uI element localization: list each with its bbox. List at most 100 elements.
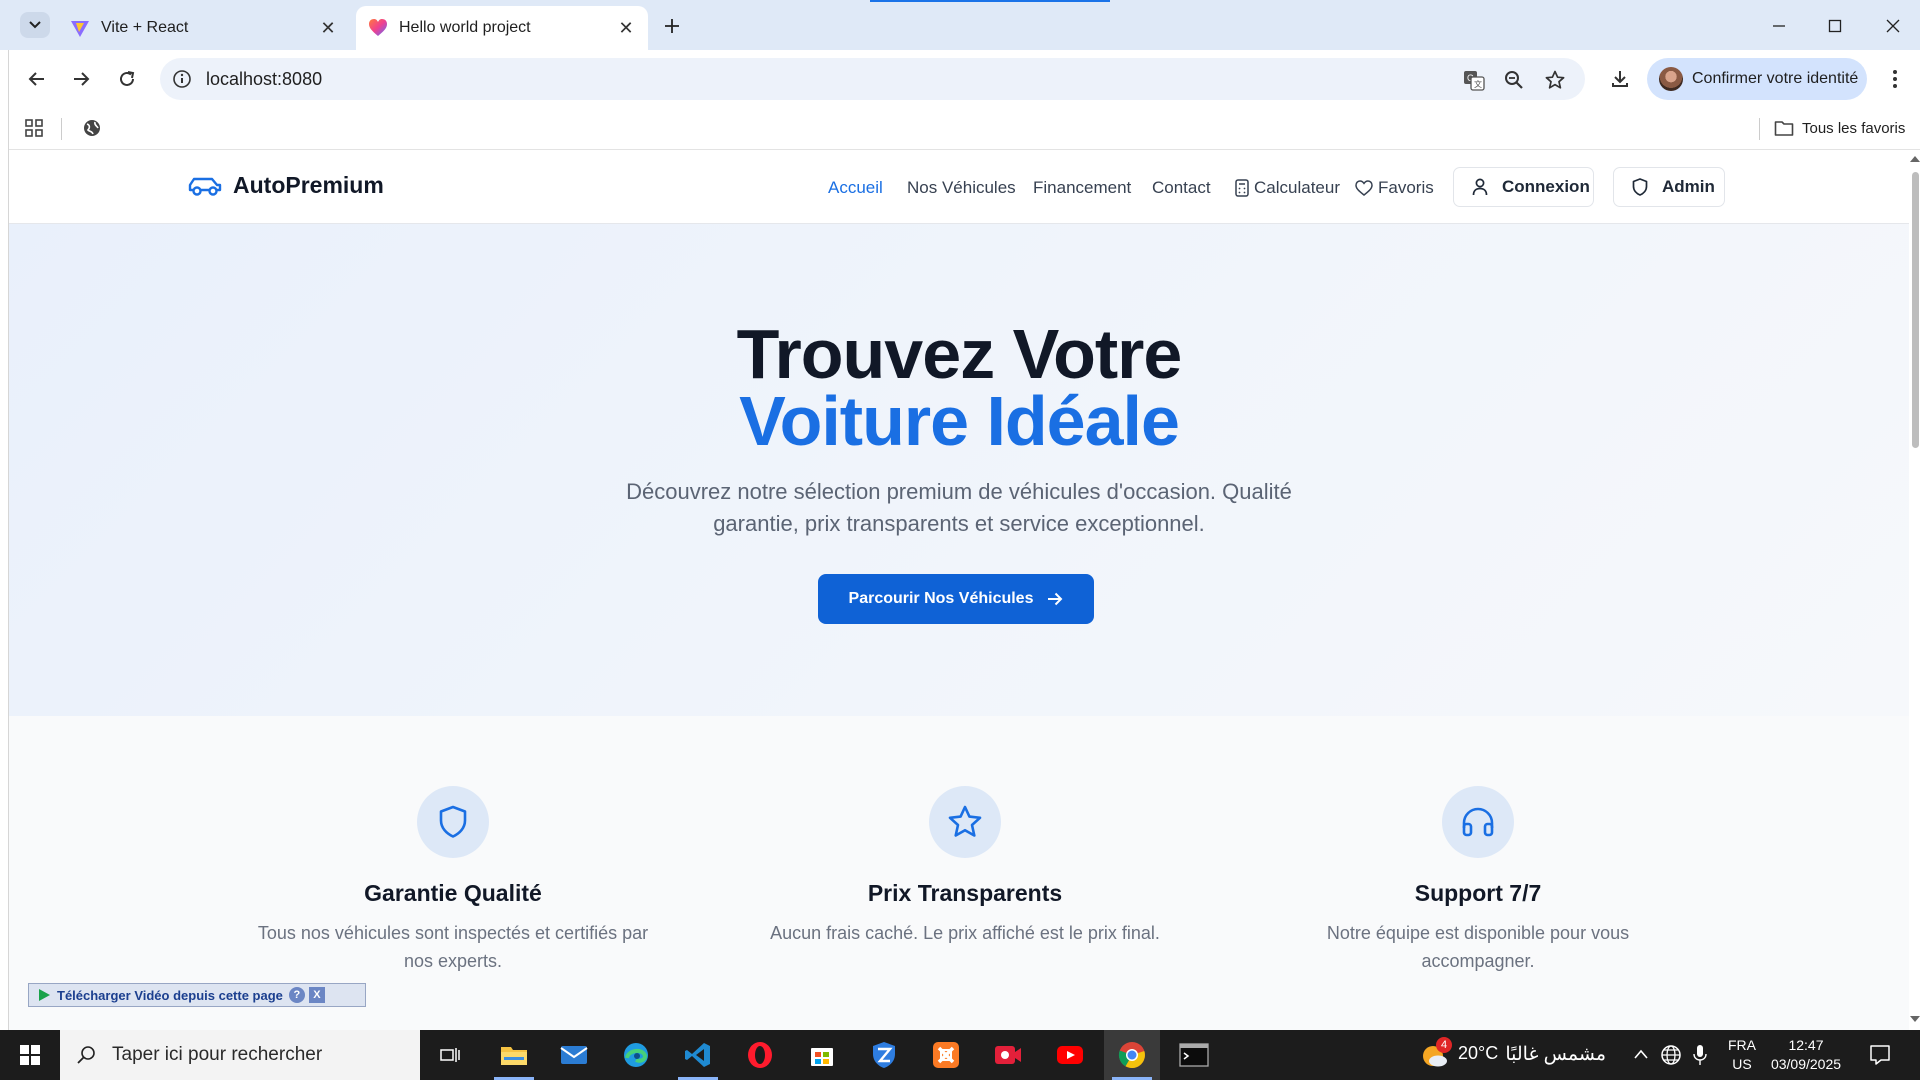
translate-icon[interactable]: G文: [1463, 69, 1485, 91]
globe-bookmark-icon[interactable]: [82, 118, 102, 138]
page-scrollbar[interactable]: [1910, 150, 1920, 1030]
minimize-button[interactable]: [1764, 12, 1794, 40]
start-button[interactable]: [0, 1030, 60, 1080]
nav-label: Financement: [1033, 178, 1132, 197]
apps-grid-icon[interactable]: [24, 118, 44, 138]
nav-calculateur[interactable]: Calculateur: [1235, 178, 1340, 198]
feature-desc: Notre équipe est disponible pour vous ac…: [1326, 923, 1630, 971]
windows-taskbar: Taper ici pour rechercher 4 20°C مشمس غا…: [0, 1030, 1920, 1080]
cta-label: Parcourir Nos Véhicules: [848, 590, 1034, 607]
avatar: [1659, 67, 1683, 91]
notifications-icon[interactable]: [1869, 1044, 1891, 1066]
security-app[interactable]: [856, 1030, 912, 1080]
tab-title: Hello world project: [399, 19, 531, 36]
nav-label: Accueil: [828, 178, 883, 197]
windows-logo-icon: [20, 1045, 40, 1065]
minimize-icon: [1773, 25, 1785, 27]
feature-title: Support 7/7: [1414, 880, 1542, 906]
store-app[interactable]: [794, 1030, 850, 1080]
forward-button[interactable]: [66, 64, 96, 94]
new-tab-button[interactable]: [658, 12, 686, 40]
site-logo[interactable]: AutoPremium: [187, 172, 384, 199]
temperature[interactable]: 20°C: [1458, 1043, 1498, 1064]
browse-vehicles-button[interactable]: Parcourir Nos Véhicules: [818, 574, 1094, 624]
recorder-icon: [995, 1046, 1021, 1064]
bookmark-star-icon[interactable]: [1544, 69, 1566, 91]
admin-button[interactable]: Admin: [1613, 167, 1725, 207]
all-bookmarks-button[interactable]: Tous les favoris: [1774, 119, 1905, 137]
admin-label: Admin: [1662, 177, 1715, 196]
scrollbar-thumb[interactable]: [1912, 172, 1919, 448]
network-globe-icon[interactable]: [1660, 1044, 1682, 1066]
zoom-icon[interactable]: [1503, 69, 1525, 91]
lang-top: FRA: [1728, 1037, 1756, 1053]
nav-label: Contact: [1152, 178, 1211, 197]
scroll-down-arrow-icon[interactable]: [1910, 1016, 1920, 1022]
hero-section: Trouvez Votre Voiture Idéale Découvrez n…: [9, 224, 1909, 716]
terminal-app[interactable]: [1166, 1030, 1222, 1080]
tab-hello-world[interactable]: Hello world project ✕: [356, 6, 648, 50]
downloads-button[interactable]: [1605, 64, 1635, 94]
youtube-app[interactable]: [1042, 1030, 1098, 1080]
reload-button[interactable]: [112, 64, 142, 94]
nav-label: Nos Véhicules: [907, 178, 1016, 197]
xampp-icon: [933, 1042, 959, 1068]
arrow-left-icon: [28, 72, 44, 86]
tab-search-button[interactable]: [20, 12, 50, 38]
vscode-icon: [685, 1043, 710, 1067]
feature-icon-circle: [417, 786, 489, 858]
mail-icon: [560, 1046, 588, 1064]
screen-recorder-app[interactable]: [980, 1030, 1036, 1080]
help-icon[interactable]: ?: [288, 987, 305, 1003]
close-window-button[interactable]: [1878, 12, 1908, 40]
taskbar-search[interactable]: Taper ici pour rechercher: [60, 1030, 420, 1080]
tab-vite-react[interactable]: Vite + React ✕: [58, 6, 350, 50]
download-icon: [1612, 71, 1628, 87]
file-explorer-app[interactable]: [486, 1030, 542, 1080]
edge-app[interactable]: [608, 1030, 664, 1080]
nav-accueil[interactable]: Accueil: [828, 178, 883, 198]
clock-time: 12:47: [1788, 1037, 1824, 1053]
site-info-icon[interactable]: [172, 69, 192, 89]
feature-icon-circle: [1442, 786, 1514, 858]
address-bar[interactable]: localhost:8080 G文: [160, 58, 1585, 100]
task-view-button[interactable]: [422, 1030, 478, 1080]
browser-menu-button[interactable]: [1880, 64, 1910, 94]
clock[interactable]: 12:47 03/09/2025: [1764, 1036, 1848, 1074]
chevron-up-icon[interactable]: [1633, 1048, 1649, 1060]
arrow-right-icon: [1048, 592, 1063, 606]
close-tab-icon[interactable]: ✕: [614, 16, 638, 40]
chrome-app[interactable]: [1104, 1030, 1160, 1080]
clock-date: 03/09/2025: [1770, 1056, 1842, 1072]
weather-badge: 4: [1436, 1037, 1452, 1053]
weather-text[interactable]: مشمس غالبًا: [1505, 1043, 1606, 1066]
download-video-bar[interactable]: Télécharger Vidéo depuis cette page ? X: [28, 983, 366, 1007]
weather-widget-icon[interactable]: 4: [1420, 1037, 1452, 1070]
scroll-up-arrow-icon[interactable]: [1910, 156, 1920, 162]
close-tab-icon[interactable]: ✕: [316, 16, 340, 40]
divider: [1759, 118, 1760, 140]
vscode-app[interactable]: [670, 1030, 726, 1080]
back-button[interactable]: [22, 64, 52, 94]
opera-app[interactable]: [732, 1030, 788, 1080]
vite-favicon-icon: [71, 21, 89, 37]
maximize-button[interactable]: [1820, 12, 1850, 40]
nav-contact[interactable]: Contact: [1152, 178, 1211, 198]
login-button[interactable]: Connexion: [1453, 167, 1594, 207]
microphone-icon[interactable]: [1693, 1044, 1707, 1066]
shield-icon: [439, 805, 467, 838]
nav-vehicules[interactable]: Nos Véhicules: [907, 178, 1016, 198]
url-text[interactable]: localhost:8080: [206, 69, 322, 90]
input-language[interactable]: FRA US: [1722, 1036, 1762, 1074]
lang-bottom: US: [1732, 1056, 1752, 1072]
close-icon[interactable]: X: [308, 987, 325, 1003]
xampp-app[interactable]: [918, 1030, 974, 1080]
profile-label: Confirmer votre identité: [1692, 70, 1859, 87]
mail-app[interactable]: [546, 1030, 602, 1080]
nav-favoris[interactable]: Favoris: [1355, 178, 1434, 198]
reload-icon: [120, 71, 135, 86]
download-video-label[interactable]: Télécharger Vidéo depuis cette page: [57, 988, 283, 1003]
youtube-icon: [1057, 1046, 1083, 1064]
profile-button[interactable]: Confirmer votre identité: [1647, 58, 1867, 100]
nav-financement[interactable]: Financement: [1033, 178, 1131, 198]
